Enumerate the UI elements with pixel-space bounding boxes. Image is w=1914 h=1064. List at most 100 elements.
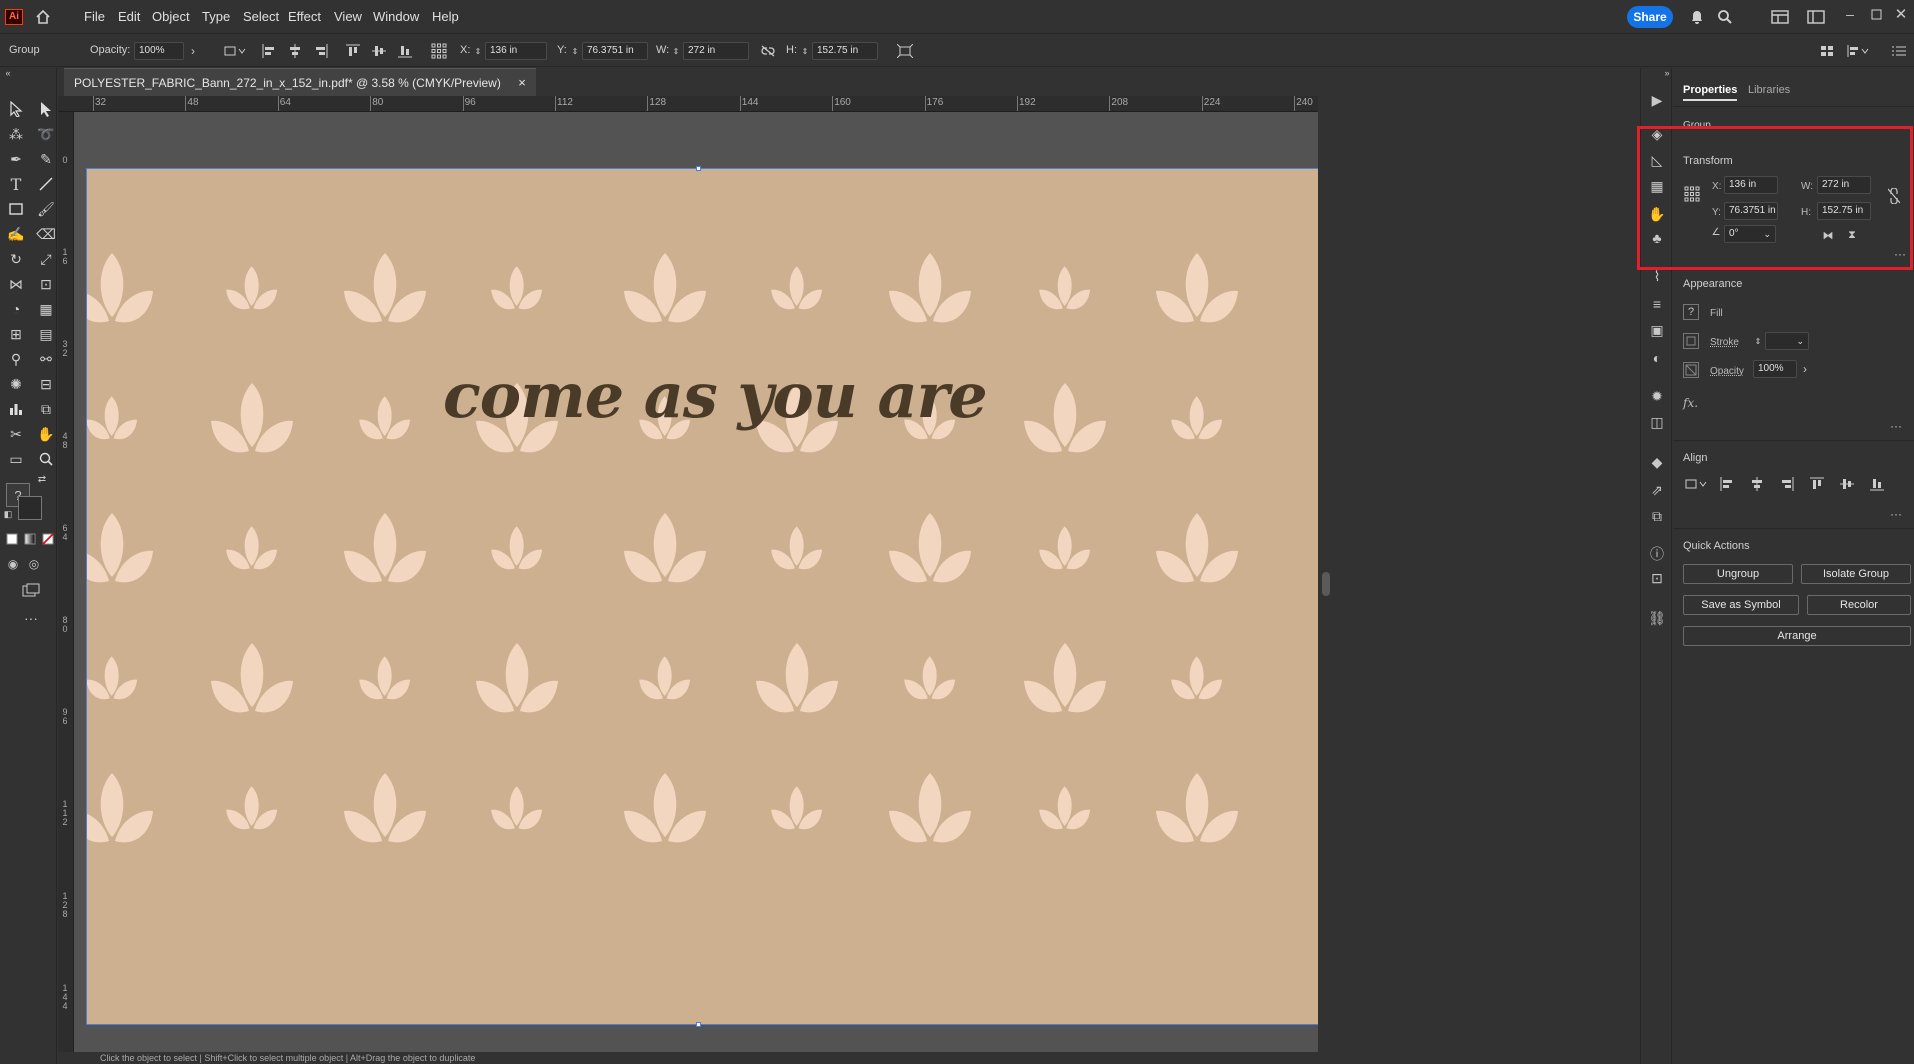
print-tiling-tool-icon[interactable]: ▭ bbox=[6, 449, 26, 469]
stroke-swatch-icon[interactable] bbox=[18, 496, 42, 520]
asset-export-icon[interactable]: ⧉ bbox=[1647, 506, 1667, 526]
zoom-tool-icon[interactable] bbox=[36, 449, 56, 469]
distribute-icon[interactable] bbox=[1846, 43, 1870, 59]
draw-behind-icon[interactable]: ◎ bbox=[26, 556, 42, 572]
expand-panel-icon[interactable] bbox=[1818, 43, 1836, 59]
curvature-tool-icon[interactable]: ✎ bbox=[36, 149, 56, 169]
share-button[interactable]: Share bbox=[1627, 6, 1673, 28]
stroke-swatch-icon[interactable] bbox=[1683, 333, 1699, 349]
align-left-icon[interactable] bbox=[260, 43, 278, 59]
stroke-panel-icon[interactable]: ≡ bbox=[1647, 294, 1667, 314]
menu-file[interactable]: File bbox=[84, 9, 105, 24]
handle-top-center[interactable] bbox=[696, 166, 701, 171]
menu-effect[interactable]: Effect bbox=[288, 9, 321, 24]
document-tab[interactable]: POLYESTER_FABRIC_Bann_272_in_x_152_in.pd… bbox=[64, 68, 536, 96]
x-input[interactable]: 136 in bbox=[485, 42, 547, 60]
w-stepper-icon[interactable]: ⇕ bbox=[671, 43, 681, 59]
recolor-button[interactable]: Recolor bbox=[1807, 595, 1911, 615]
swap-colors-icon[interactable]: ⇄ bbox=[36, 473, 48, 485]
magic-wand-tool-icon[interactable]: ⁂ bbox=[6, 124, 26, 144]
direct-selection-tool-icon[interactable] bbox=[36, 99, 56, 119]
screen-mode-icon[interactable] bbox=[20, 580, 42, 600]
workspace-icon[interactable] bbox=[1806, 8, 1826, 26]
scroll-thumb[interactable] bbox=[1322, 572, 1330, 596]
selection-bounding-box[interactable] bbox=[86, 168, 1318, 1025]
chevron-right-icon[interactable]: › bbox=[186, 43, 200, 59]
fill-swatch-icon[interactable]: ? bbox=[1683, 304, 1699, 320]
document-tab-close-icon[interactable]: × bbox=[518, 75, 526, 90]
chevron-right-icon[interactable]: › bbox=[1799, 361, 1811, 377]
align-more-options-icon[interactable]: ··· bbox=[1887, 507, 1905, 521]
fx-label[interactable]: fx. bbox=[1683, 396, 1698, 410]
shape-builder-tool-icon[interactable]: ◔ bbox=[6, 299, 26, 319]
line-tool-icon[interactable] bbox=[36, 174, 56, 194]
selection-tool-icon[interactable] bbox=[6, 99, 26, 119]
hand-tool-icon[interactable]: ✋ bbox=[36, 424, 56, 444]
lasso-tool-icon[interactable]: ➰ bbox=[36, 124, 56, 144]
align-to-icon[interactable] bbox=[222, 43, 248, 59]
transparency-icon[interactable]: ◐ bbox=[1647, 348, 1667, 368]
collapse-toolbar-icon[interactable]: « bbox=[2, 68, 14, 78]
navigator-icon[interactable]: ⊡ bbox=[1647, 568, 1667, 588]
opacity-label[interactable]: Opacity bbox=[1710, 366, 1744, 377]
scale-tool-icon[interactable]: ⤢ bbox=[36, 249, 56, 269]
save-as-symbol-button[interactable]: Save as Symbol bbox=[1683, 595, 1799, 615]
transform-icon[interactable] bbox=[896, 43, 914, 59]
reference-point-icon[interactable] bbox=[430, 42, 448, 60]
isolate-group-button[interactable]: Isolate Group bbox=[1801, 564, 1911, 584]
align-top-icon[interactable] bbox=[1808, 475, 1826, 493]
width-tool-icon[interactable]: ⋈ bbox=[6, 274, 26, 294]
align-left-icon[interactable] bbox=[1718, 475, 1736, 493]
vertical-ruler[interactable]: 0 16 32 48 64 80 96 112 128 144 bbox=[58, 112, 74, 1052]
canvas[interactable]: come as you are bbox=[74, 112, 1318, 1052]
vertical-scrollbar[interactable] bbox=[1318, 96, 1334, 1052]
layers-icon[interactable]: ◆ bbox=[1647, 452, 1667, 472]
link-proportions-icon[interactable] bbox=[758, 43, 778, 59]
menu-help[interactable]: Help bbox=[432, 9, 459, 24]
export-icon[interactable]: ⇗ bbox=[1647, 480, 1667, 500]
maximize-icon[interactable] bbox=[1868, 6, 1884, 22]
collapse-dock-icon[interactable]: » bbox=[1661, 68, 1673, 78]
blend-tool-icon[interactable]: ⚯ bbox=[36, 349, 56, 369]
graph-tool-icon[interactable] bbox=[6, 399, 26, 419]
stroke-weight-input[interactable]: ⌄ bbox=[1765, 332, 1809, 350]
minimize-icon[interactable]: – bbox=[1842, 6, 1858, 22]
actions-play-icon[interactable]: ▶ bbox=[1647, 90, 1667, 110]
bell-icon[interactable] bbox=[1688, 8, 1706, 26]
column-graph-tool-icon[interactable]: ⊟ bbox=[36, 374, 56, 394]
ungroup-button[interactable]: Ungroup bbox=[1683, 564, 1793, 584]
tab-libraries[interactable]: Libraries bbox=[1748, 84, 1790, 96]
gradient-panel-icon[interactable]: ▣ bbox=[1647, 320, 1667, 340]
rotate-tool-icon[interactable]: ↻ bbox=[6, 249, 26, 269]
perspective-grid-tool-icon[interactable]: ▦ bbox=[36, 299, 56, 319]
x-stepper-icon[interactable]: ⇕ bbox=[473, 43, 483, 59]
links-icon[interactable]: ⛓ bbox=[1647, 608, 1667, 628]
search-icon[interactable] bbox=[1716, 8, 1734, 26]
align-bottom-icon[interactable] bbox=[396, 43, 414, 59]
menu-type[interactable]: Type bbox=[202, 9, 230, 24]
w-input[interactable]: 272 in bbox=[683, 42, 749, 60]
menu-object[interactable]: Object bbox=[152, 9, 190, 24]
draw-normal-icon[interactable]: ◉ bbox=[5, 556, 21, 572]
artboard-tool-icon[interactable]: ⧉ bbox=[36, 399, 56, 419]
type-tool-icon[interactable]: T bbox=[6, 174, 26, 194]
symbol-sprayer-tool-icon[interactable]: ✺ bbox=[6, 374, 26, 394]
paintbrush-tool-icon[interactable]: 🖌 bbox=[36, 199, 56, 219]
align-hcenter-icon[interactable] bbox=[1748, 475, 1766, 493]
align-right-icon[interactable] bbox=[1778, 475, 1796, 493]
y-input[interactable]: 76.3751 in bbox=[582, 42, 648, 60]
chevron-down-icon[interactable]: ⌄ bbox=[1796, 333, 1804, 349]
info-icon[interactable]: ⓘ bbox=[1647, 544, 1667, 564]
close-icon[interactable]: ✕ bbox=[1893, 6, 1909, 23]
menu-list-icon[interactable] bbox=[1890, 43, 1908, 59]
gradient-tool-icon[interactable]: ▤ bbox=[36, 324, 56, 344]
h-input[interactable]: 152.75 in bbox=[812, 42, 878, 60]
opacity-input[interactable]: 100% bbox=[134, 42, 184, 60]
align-hcenter-icon[interactable] bbox=[286, 43, 304, 59]
y-stepper-icon[interactable]: ⇕ bbox=[570, 43, 580, 59]
horizontal-ruler[interactable]: 3248648096112128144160176192208224240256… bbox=[58, 96, 1324, 112]
graphic-styles-icon[interactable]: ◫ bbox=[1647, 412, 1667, 432]
default-colors-icon[interactable]: ◧ bbox=[2, 508, 14, 520]
handle-bottom-center[interactable] bbox=[696, 1022, 701, 1027]
align-bottom-icon[interactable] bbox=[1868, 475, 1886, 493]
